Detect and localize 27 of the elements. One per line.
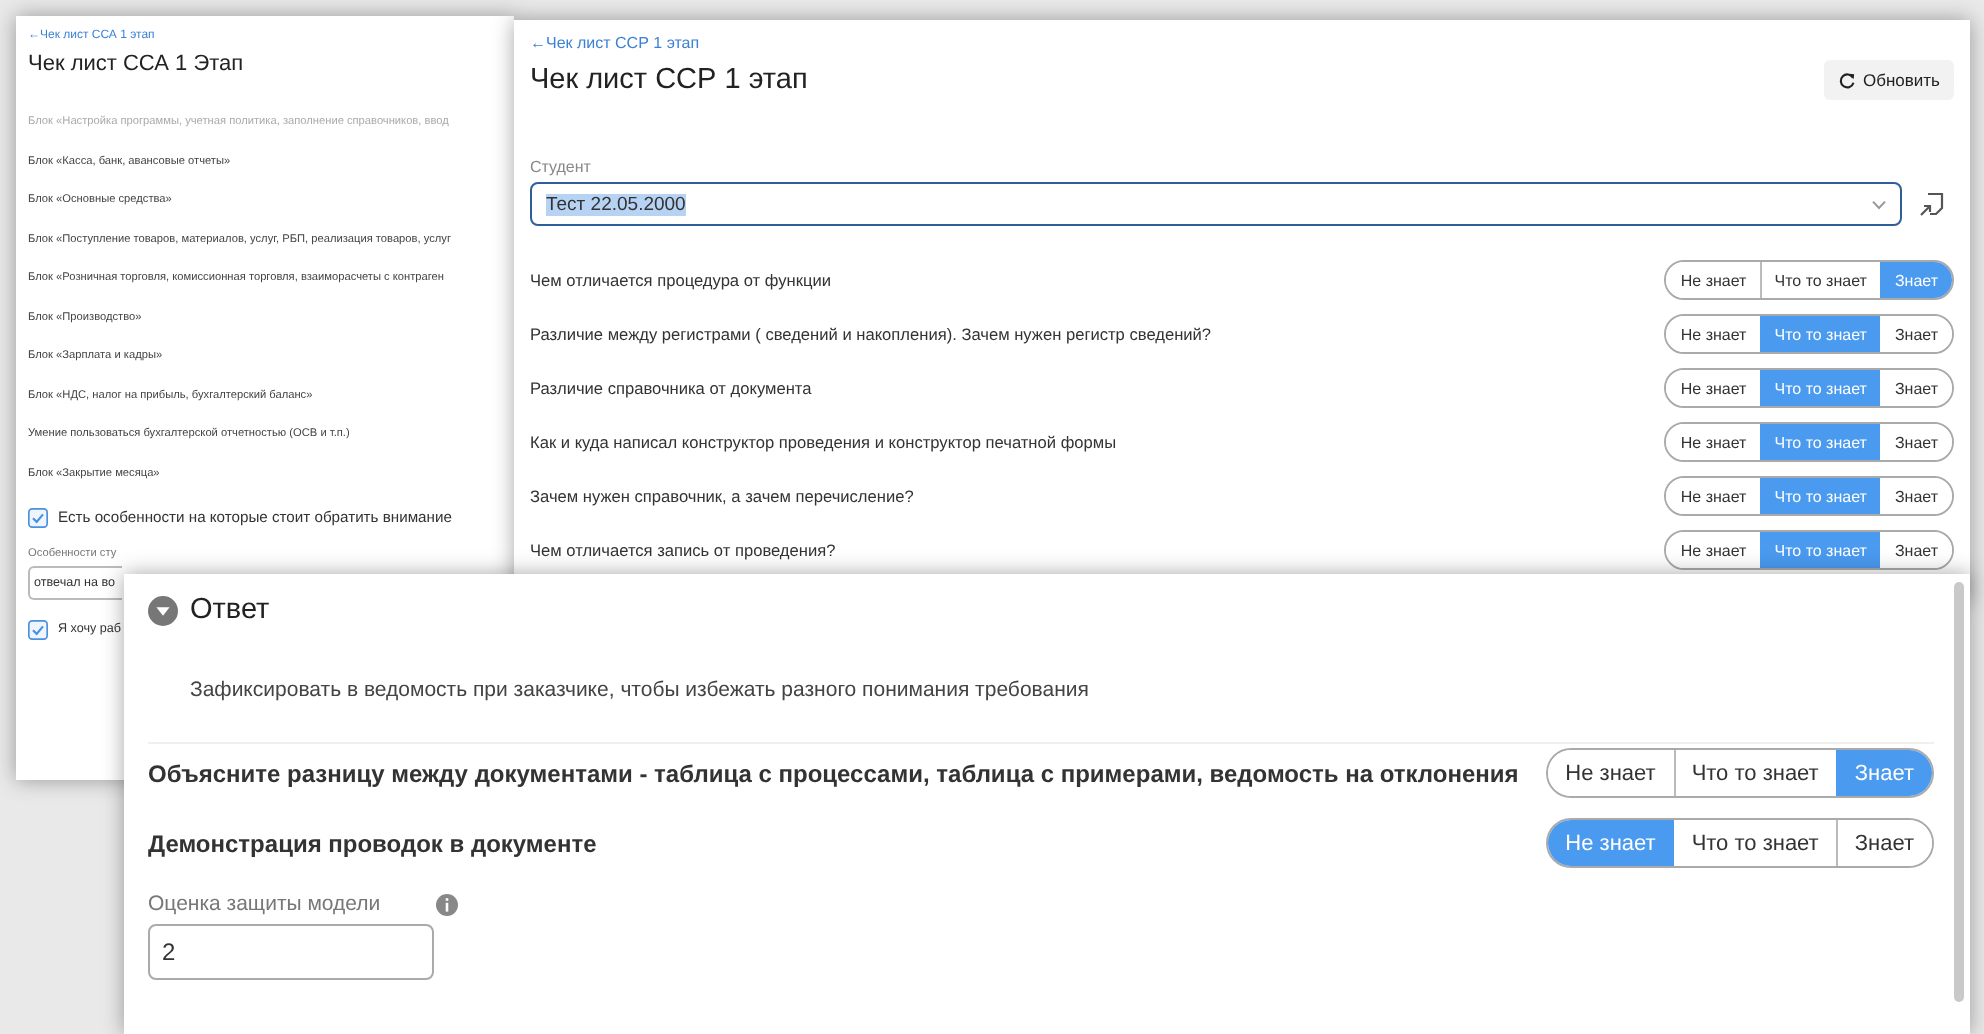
question-text: Чем отличается запись от проведения? (530, 540, 836, 560)
checkbox[interactable] (28, 507, 48, 527)
info-icon[interactable] (436, 893, 459, 915)
scrollbar[interactable] (1954, 582, 1964, 1002)
question-text: Как и куда написал конструктор проведения и конструктор печатной формы (530, 432, 1117, 452)
question-text: Объясните разницу между документами - таблица с процессами, таблица с примерами, ведомость на отклонения (148, 759, 1519, 787)
question-text: Зачем нужен справочник, а зачем перечисление? (530, 486, 914, 506)
collapse-icon[interactable] (148, 595, 178, 625)
checkbox[interactable] (28, 619, 48, 639)
question-text: Различие между регистрами ( сведений и накопления). Зачем нужен регистр сведений? (530, 324, 1212, 344)
field-label: Оценка защиты модели (148, 892, 381, 916)
breadcrumb-link[interactable]: ←Чек лист ССР 1 этап (530, 34, 1954, 52)
section-title: Ответ (190, 594, 270, 626)
note-text: Зафиксировать в ведомость при заказчике, чтобы избежать разного понимания требования (190, 678, 1091, 702)
field-label: Студент (530, 158, 593, 176)
page-title: Чек лист ССР 1 этап (530, 64, 808, 96)
question-text: Различие справочника от документа (530, 378, 812, 398)
refresh-icon (1837, 71, 1855, 89)
student-select[interactable]: Тест 22.05.2000 (530, 182, 1902, 226)
chevron-down-icon (1872, 199, 1886, 209)
question-text: Демонстрация проводок в документе (148, 829, 597, 857)
refresh-button[interactable]: Обновить (1823, 60, 1954, 100)
input-field[interactable]: 2 (148, 924, 434, 980)
open-icon[interactable] (1918, 190, 1946, 218)
question-text: Чем отличается процедура от функции (530, 270, 832, 290)
option-button[interactable]: Знает (1836, 820, 1932, 866)
page-title: Чек лист ССА 1 Этап (28, 52, 246, 76)
